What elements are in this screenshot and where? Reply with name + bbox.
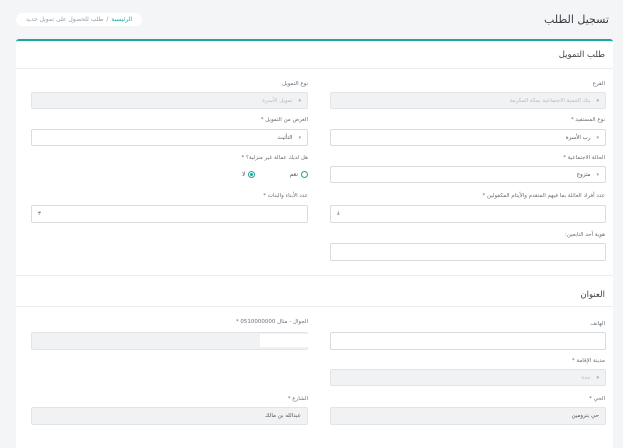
mobile-value-box bbox=[260, 334, 308, 347]
purpose-label: الغرض من التمويل * bbox=[260, 117, 308, 123]
top-bar: تسجيل الطلب الرئيسية / طلب للحصول على تم… bbox=[0, 0, 623, 38]
phone-label: الهاتف bbox=[590, 321, 605, 327]
radio-circle-icon bbox=[301, 171, 308, 178]
city-label: مدينة الإقامة * bbox=[571, 358, 605, 364]
district-input[interactable]: حي بترومين bbox=[330, 407, 606, 425]
mobile-label: الجوال - مثال 0510000000 * bbox=[235, 319, 308, 325]
children-count-input[interactable]: ٣ bbox=[31, 205, 308, 223]
district-label: الحي * bbox=[589, 396, 605, 402]
chevron-down-icon: ▾ bbox=[596, 97, 599, 104]
radio-selected-icon bbox=[248, 171, 256, 178]
finance-type-select[interactable]: ▾ تمويل الأسرة bbox=[31, 92, 308, 109]
section-divider bbox=[16, 275, 613, 276]
family-count-input[interactable]: ٤ bbox=[330, 205, 606, 223]
chevron-down-icon: ▾ bbox=[596, 171, 599, 178]
branch-select[interactable]: ▾ بنك التنمية الاجتماعية بمكة المكرمة bbox=[330, 92, 606, 109]
page-title: تسجيل الطلب bbox=[544, 12, 609, 26]
family-count-label: عدد أفراد العائلة بما فيهم المتقدم والأي… bbox=[482, 193, 605, 199]
domestic-worker-radio-group: نعم لا bbox=[242, 171, 308, 178]
beneficiary-type-label: نوع المستفيد * bbox=[570, 117, 605, 123]
purpose-select[interactable]: ▾ التأثيث bbox=[31, 129, 308, 146]
address-section-title: العنوان bbox=[580, 290, 605, 300]
street-input[interactable]: عبدالله بن مالك bbox=[31, 407, 308, 425]
breadcrumb: الرئيسية / طلب للحصول على تمويل جديد bbox=[16, 12, 143, 26]
domestic-worker-label: هل لديك عمالة غير منزلية؟ * bbox=[241, 155, 308, 161]
dependent-id-input[interactable] bbox=[330, 243, 606, 261]
phone-input[interactable] bbox=[330, 332, 606, 350]
section-divider bbox=[16, 306, 613, 307]
branch-label: الفرع bbox=[592, 81, 605, 87]
dependent-id-label: هوية أحد التابعين: bbox=[565, 232, 605, 238]
breadcrumb-current: طلب للحصول على تمويل جديد bbox=[26, 15, 104, 23]
request-form-card: طلب التمويل الفرع ▾ بنك التنمية الاجتماع… bbox=[16, 39, 613, 448]
breadcrumb-home-link[interactable]: الرئيسية bbox=[111, 16, 132, 23]
breadcrumb-separator: / bbox=[106, 15, 109, 23]
finance-type-label: نوع التمويل bbox=[282, 81, 308, 87]
chevron-down-icon: ▾ bbox=[596, 134, 599, 141]
chevron-down-icon: ▾ bbox=[298, 134, 301, 141]
beneficiary-type-select[interactable]: ▾ رب الأسرة bbox=[330, 129, 606, 146]
social-status-select[interactable]: ▾ متزوج bbox=[330, 166, 606, 183]
chevron-down-icon: ▾ bbox=[596, 374, 599, 381]
social-status-label: الحالة الاجتماعية * bbox=[563, 155, 605, 161]
radio-option-yes[interactable]: نعم bbox=[289, 171, 308, 178]
mobile-input[interactable] bbox=[31, 332, 308, 350]
city-select[interactable]: ▾ جدة bbox=[330, 369, 606, 386]
children-count-label: عدد الأبناء والبنات * bbox=[263, 193, 308, 199]
street-label: الشارع * bbox=[287, 396, 308, 402]
radio-option-no[interactable]: لا bbox=[242, 171, 256, 178]
financing-section-title: طلب التمويل bbox=[16, 41, 613, 69]
chevron-down-icon: ▾ bbox=[298, 97, 301, 104]
